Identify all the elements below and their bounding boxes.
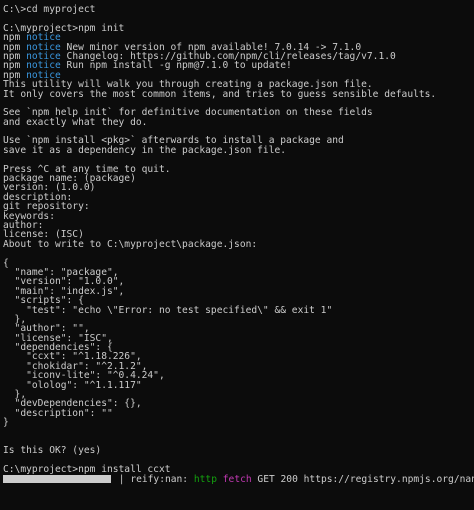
fetch-label: fetch <box>222 473 252 485</box>
output-line: } <box>3 417 474 429</box>
output-line: Is this OK? (yes) <box>3 445 474 457</box>
terminal-window[interactable]: C:\>cd myproject C:\myproject>npm init npm… <box>0 0 474 510</box>
line-text: "description": "" <box>3 407 113 419</box>
install-progress-line: | reify:nan: http fetch GET 200 https://… <box>3 473 474 485</box>
notice-text: Run npm install -g npm@7.1.0 to update! <box>60 60 292 72</box>
output-line: version: (1.0.0) <box>3 183 474 193</box>
line-text: About to write to C:\myproject\package.j… <box>3 238 258 250</box>
output-line: It only covers the most common items, an… <box>3 88 474 100</box>
output-line: save it as a dependency in the package.j… <box>3 144 474 156</box>
command-line: C:\>cd myproject <box>3 4 474 15</box>
line-text: and exactly what they do. <box>3 116 148 128</box>
output-line: "description": "" <box>3 407 474 419</box>
line-text: Is this OK? (yes) <box>3 445 102 457</box>
line-text: save it as a dependency in the package.j… <box>3 144 287 156</box>
output-line: keywords: <box>3 211 474 221</box>
progress-separator: | reify:nan: <box>113 473 194 485</box>
command-line: C:\myproject>npm init <box>3 23 474 33</box>
fetch-detail: GET 200 https://registry.npmjs.org/nan/-… <box>257 473 474 485</box>
progress-bar-fill <box>3 474 111 483</box>
output-line: git repository: <box>3 202 474 212</box>
command-text: C:\>cd myproject <box>3 4 96 15</box>
output-line: "ololog": "^1.1.117" <box>3 380 474 390</box>
npm-notice-line: npm notice Run npm install -g npm@7.1.0 … <box>3 60 474 72</box>
terminal-output: C:\>cd myproject C:\myproject>npm init npm… <box>0 0 474 484</box>
http-label: http <box>193 473 217 485</box>
output-line: "test": "echo \"Error: no test specified… <box>3 304 474 316</box>
line-text: It only covers the most common items, an… <box>3 88 437 100</box>
output-line: and exactly what they do. <box>3 116 474 128</box>
output-line: About to write to C:\myproject\package.j… <box>3 238 474 250</box>
progress-bar <box>3 474 111 483</box>
line-text: } <box>3 417 9 429</box>
line-text: "test": "echo \"Error: no test specified… <box>3 304 333 316</box>
